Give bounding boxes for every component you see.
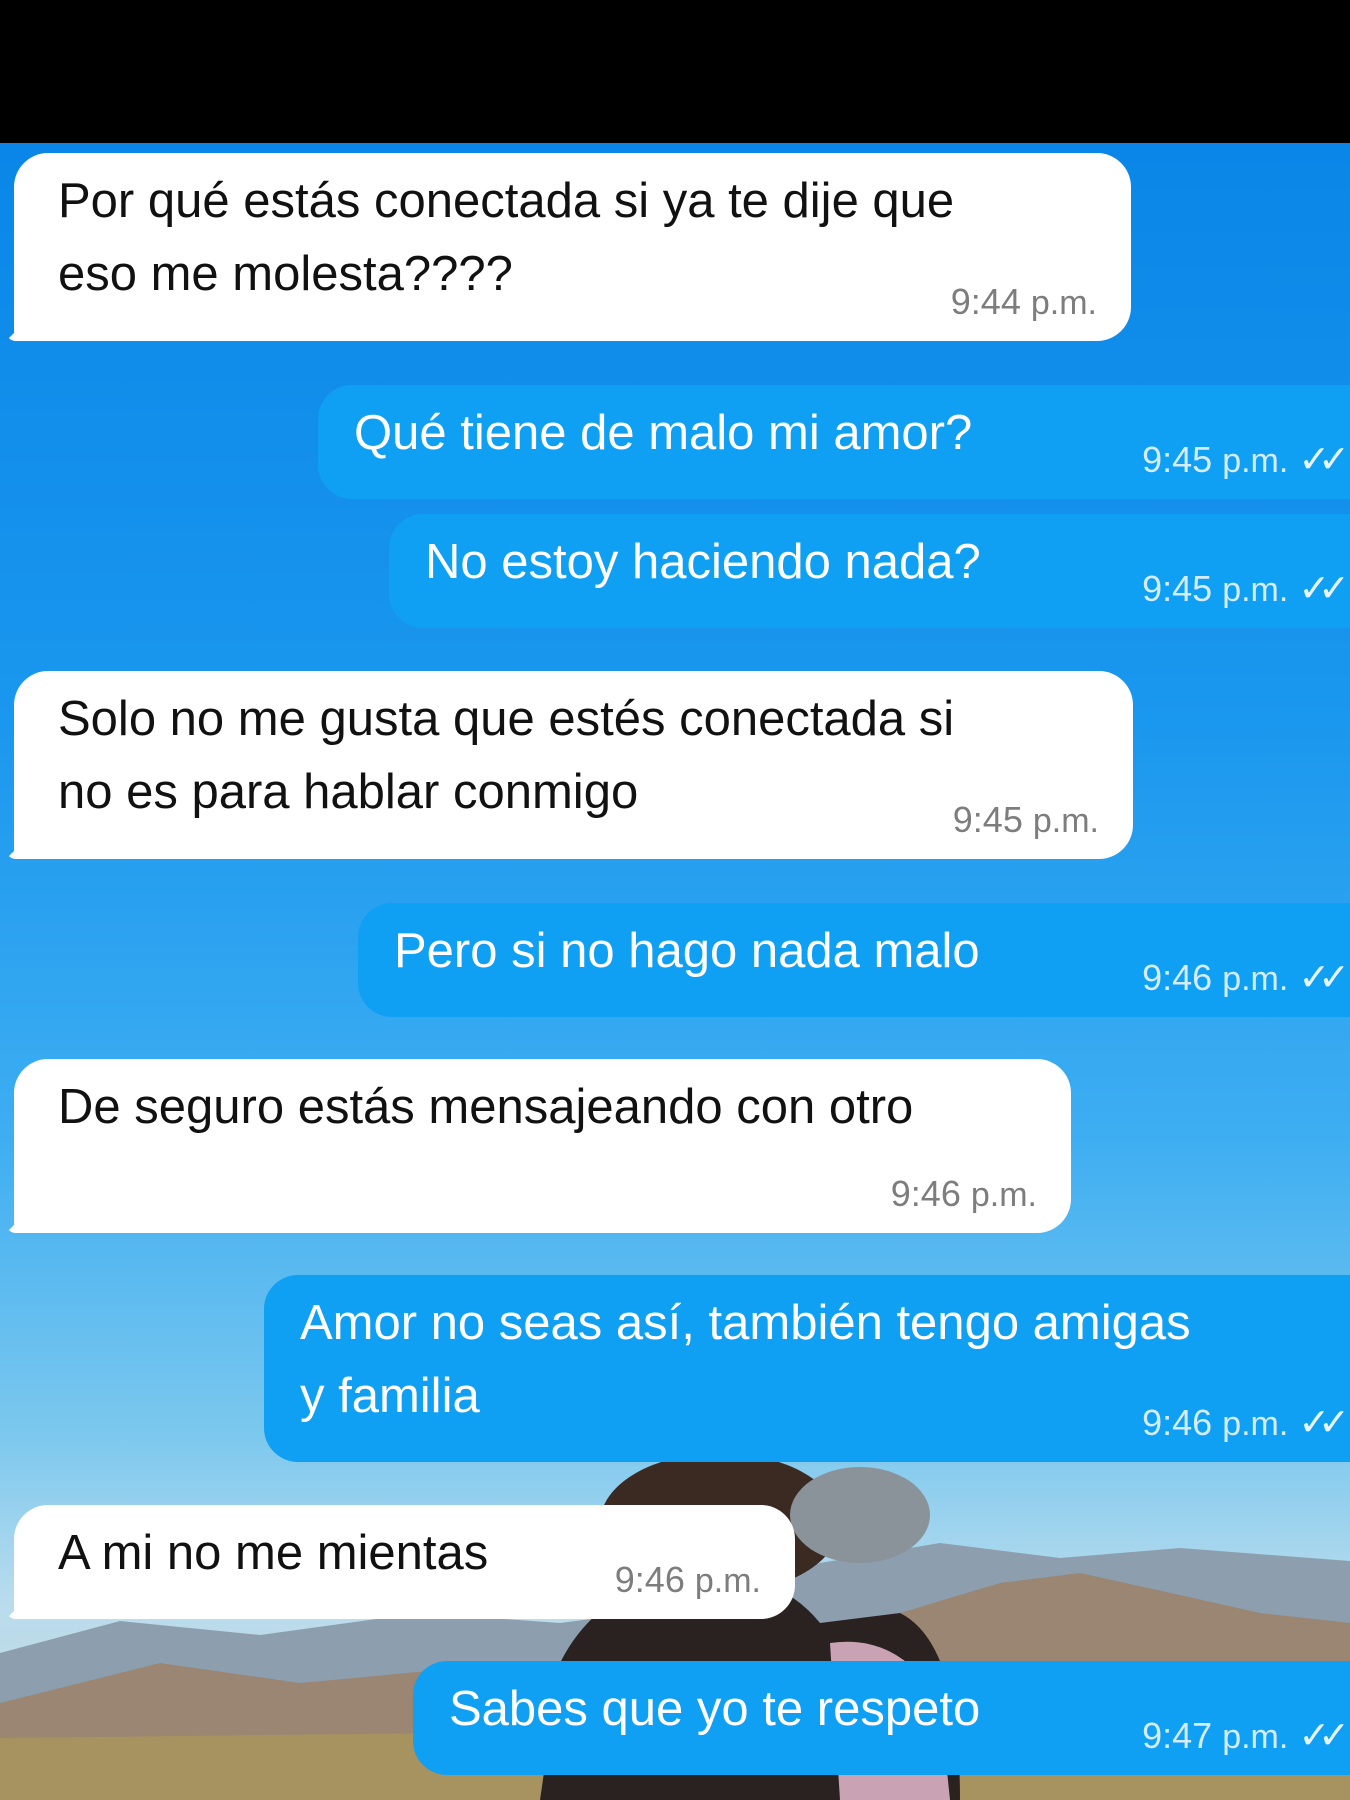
message-incoming[interactable]: Solo no me gusta que estés conectada si …: [6, 671, 1133, 859]
message-outgoing[interactable]: Amor no seas así, también tengo amigas y…: [264, 1275, 1350, 1462]
message-outgoing[interactable]: Sabes que yo te respeto 9:47 p.m. ✓✓: [413, 1661, 1350, 1775]
message-text: Amor no seas así, también tengo amigas: [300, 1296, 1191, 1350]
message-text: De seguro estás mensajeando con otro: [58, 1080, 914, 1134]
message-timestamp: 9:47 p.m. ✓✓: [1142, 1715, 1350, 1757]
message-timestamp: 9:44 p.m.: [950, 281, 1097, 323]
message-timestamp: 9:45 p.m. ✓✓: [1142, 568, 1350, 610]
message-outgoing[interactable]: Pero si no hago nada malo 9:46 p.m. ✓✓: [358, 903, 1350, 1017]
message-outgoing[interactable]: Qué tiene de malo mi amor? 9:45 p.m. ✓✓: [318, 385, 1350, 499]
message-text: no es para hablar conmigo: [58, 765, 639, 819]
message-timestamp: 9:45 p.m.: [952, 799, 1099, 841]
message-incoming[interactable]: Por qué estás conectada si ya te dije qu…: [6, 153, 1131, 341]
double-check-icon: ✓✓: [1298, 568, 1350, 610]
message-timestamp: 9:46 p.m.: [614, 1559, 761, 1601]
message-incoming[interactable]: De seguro estás mensajeando con otro 9:4…: [6, 1059, 1071, 1233]
double-check-icon: ✓✓: [1298, 1715, 1350, 1757]
message-text: eso me molesta????: [58, 247, 513, 301]
double-check-icon: ✓✓: [1298, 957, 1350, 999]
message-text: Solo no me gusta que estés conectada si: [58, 692, 955, 746]
message-outgoing[interactable]: No estoy haciendo nada? 9:45 p.m. ✓✓: [389, 514, 1350, 628]
message-timestamp: 9:46 p.m. ✓✓: [1142, 957, 1350, 999]
double-check-icon: ✓✓: [1298, 439, 1350, 481]
top-black-bar: [0, 0, 1350, 143]
message-timestamp: 9:46 p.m. ✓✓: [1142, 1402, 1350, 1444]
message-timestamp: 9:45 p.m. ✓✓: [1142, 439, 1350, 481]
double-check-icon: ✓✓: [1298, 1402, 1350, 1444]
message-timestamp: 9:46 p.m.: [890, 1173, 1037, 1215]
message-text: Por qué estás conectada si ya te dije qu…: [58, 174, 955, 228]
message-incoming[interactable]: A mi no me mientas 9:46 p.m.: [6, 1505, 795, 1619]
